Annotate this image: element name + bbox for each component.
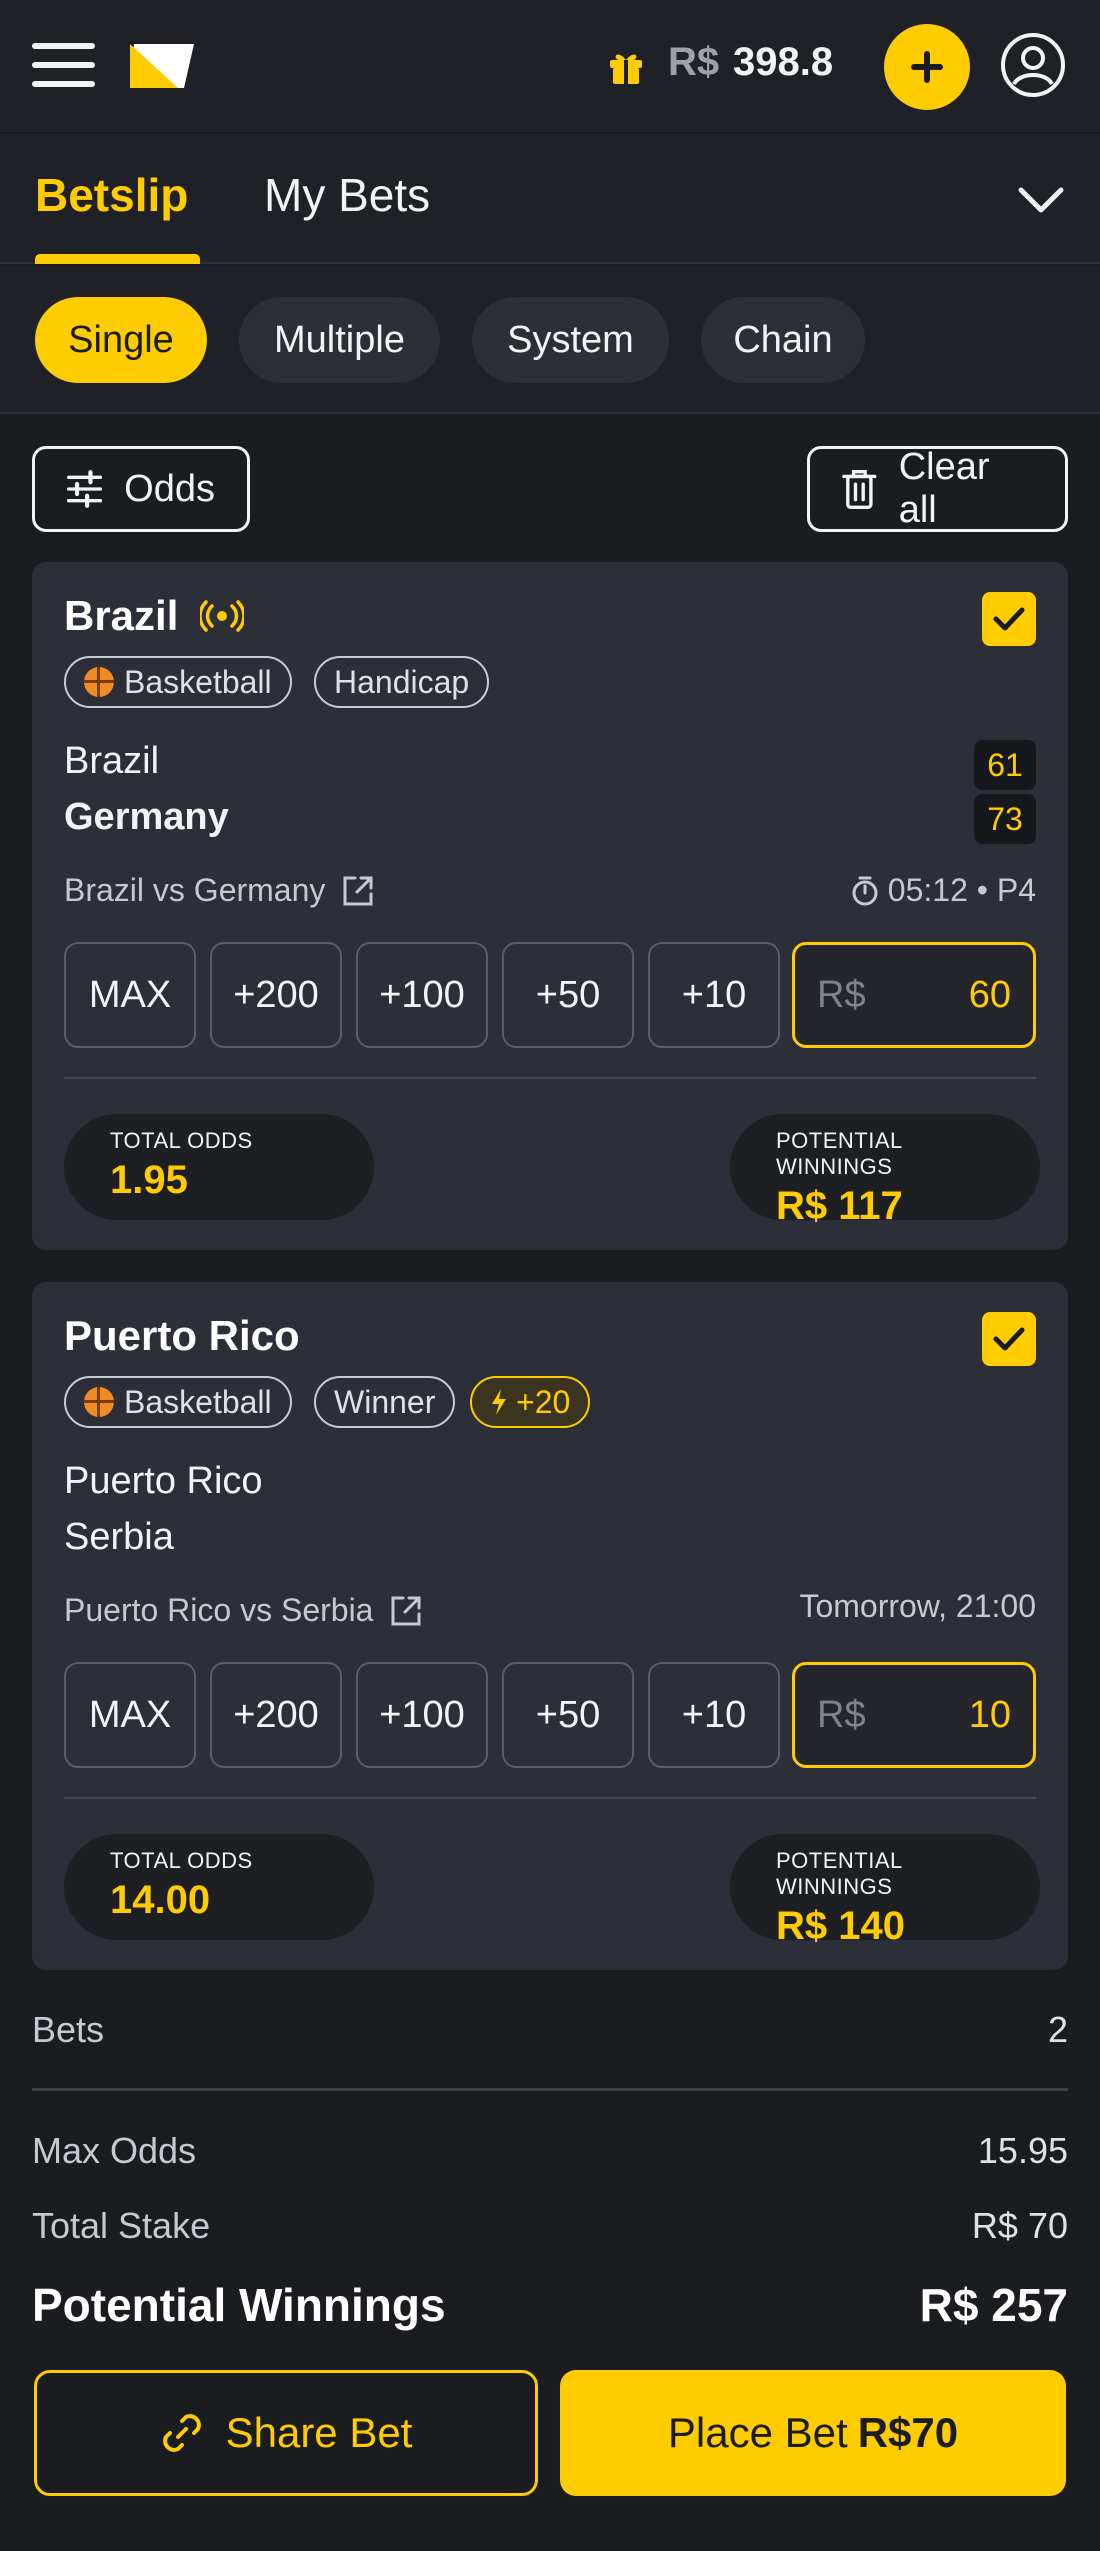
quick-stake-10-button[interactable]: +10 [648, 942, 780, 1048]
live-broadcast-icon [200, 600, 244, 632]
place-bet-label: Place Bet [667, 2409, 848, 2456]
chevron-down-icon[interactable] [1016, 180, 1066, 220]
sliders-icon [67, 470, 103, 508]
bet-card: Brazil Basketball Handicap Brazil 61 Ger… [32, 562, 1068, 1250]
sport-tag: Basketball [64, 1376, 292, 1428]
place-bet-amount: R$70 [857, 2409, 959, 2456]
checkmark-icon [993, 1327, 1025, 1351]
stake-input[interactable]: R$ 60 [792, 942, 1036, 1048]
external-link-icon [391, 1596, 421, 1625]
team-name: Germany [64, 796, 229, 838]
checkmark-icon [993, 607, 1025, 631]
summary-total-stake-row: Total Stake R$ 70 [32, 2205, 1068, 2246]
potential-winnings-value: R$ 117 [776, 1184, 903, 1228]
tab-my-bets[interactable]: My Bets [264, 168, 430, 222]
market-tag: Winner [314, 1376, 456, 1428]
stopwatch-icon [852, 876, 878, 905]
external-link-icon [343, 876, 373, 905]
max-odds-value: 15.95 [977, 2130, 1068, 2171]
card-divider [64, 1077, 1036, 1079]
odds-button-label: Odds [124, 467, 215, 510]
quick-stake-50-button[interactable]: +50 [502, 942, 634, 1048]
bet-type-selector: Single Multiple System Chain [0, 266, 1100, 414]
bet-type-chain[interactable]: Chain [701, 297, 865, 383]
bet-select-checkbox[interactable] [982, 592, 1036, 646]
balance-value: 398.8 [733, 40, 834, 84]
event-time: Tomorrow, 21:00 [799, 1588, 1036, 1624]
summary-bets-row: Bets 2 [32, 2009, 1068, 2050]
quick-stake-50-button[interactable]: +50 [502, 1662, 634, 1768]
total-odds-value: 14.00 [110, 1878, 211, 1922]
bet-type-single[interactable]: Single [35, 297, 207, 383]
plus-icon [911, 51, 943, 83]
gift-icon[interactable] [606, 46, 646, 86]
stake-currency: R$ [817, 973, 866, 1016]
total-odds-pill: TOTAL ODDS 14.00 [64, 1834, 374, 1940]
event-time: 05:12 • P4 [850, 872, 1036, 909]
potential-winnings-value: R$ 140 [776, 1904, 905, 1948]
team-score: 73 [974, 794, 1036, 844]
sport-tag: Basketball [64, 656, 292, 708]
bet-select-checkbox[interactable] [982, 1312, 1036, 1366]
total-stake-value: R$ 70 [971, 2205, 1068, 2246]
team-name: Serbia [64, 1516, 174, 1558]
clear-all-label: Clear all [898, 446, 990, 531]
link-icon [162, 2414, 201, 2452]
share-bet-button[interactable]: Share Bet [34, 2370, 538, 2496]
tab-betslip[interactable]: Betslip [35, 168, 188, 222]
trash-icon [842, 469, 877, 509]
basketball-icon [84, 667, 114, 697]
quick-stake-100-button[interactable]: +100 [356, 1662, 488, 1768]
quick-stake-max-button[interactable]: MAX [64, 1662, 196, 1768]
balance-currency: R$ [668, 40, 720, 84]
basketball-icon [84, 1387, 114, 1417]
summary-max-odds-row: Max Odds 15.95 [32, 2130, 1068, 2171]
bet-type-system[interactable]: System [472, 297, 669, 383]
odds-boost-tag: +20 [470, 1376, 591, 1428]
user-profile-icon[interactable] [1000, 32, 1066, 98]
bet-title: Brazil [64, 592, 179, 639]
deposit-button[interactable] [884, 24, 970, 110]
bet-title: Puerto Rico [64, 1312, 300, 1359]
total-potential-winnings: R$ 257 [919, 2279, 1068, 2331]
market-tag: Handicap [314, 656, 490, 708]
team-name: Puerto Rico [64, 1460, 263, 1502]
betslip-tabs: Betslip My Bets [0, 134, 1100, 264]
total-odds-pill: TOTAL ODDS 1.95 [64, 1114, 374, 1220]
stake-currency: R$ [817, 1693, 866, 1736]
quick-stake-200-button[interactable]: +200 [210, 1662, 342, 1768]
card-divider [64, 1797, 1036, 1799]
team-score: 61 [974, 740, 1036, 790]
active-tab-indicator [35, 254, 200, 264]
event-link[interactable]: Puerto Rico vs Serbia [64, 1592, 423, 1629]
place-bet-button[interactable]: Place Bet R$70 [560, 2370, 1066, 2496]
bets-count: 2 [1047, 2009, 1068, 2050]
quick-stake-max-button[interactable]: MAX [64, 942, 196, 1048]
quick-stake-10-button[interactable]: +10 [648, 1662, 780, 1768]
stake-input[interactable]: R$ 10 [792, 1662, 1036, 1768]
top-bar: R$ 398.8 [0, 0, 1100, 133]
menu-icon[interactable] [32, 43, 95, 87]
summary-divider [32, 2088, 1068, 2091]
bet-type-multiple[interactable]: Multiple [239, 297, 440, 383]
bet-card: Puerto Rico Basketball Winner +20 Puerto… [32, 1282, 1068, 1970]
odds-settings-button[interactable]: Odds [32, 446, 250, 532]
summary-potential-winnings-row: Potential Winnings R$ 257 [32, 2279, 1068, 2331]
quick-stake-100-button[interactable]: +100 [356, 942, 488, 1048]
potential-winnings-pill: POTENTIAL WINNINGS R$ 117 [730, 1114, 1040, 1228]
team-name: Brazil [64, 740, 160, 782]
quick-stake-200-button[interactable]: +200 [210, 942, 342, 1048]
stake-value: 60 [968, 973, 1011, 1016]
share-bet-label: Share Bet [225, 2409, 413, 2456]
lightning-icon [492, 1389, 506, 1415]
event-link[interactable]: Brazil vs Germany [64, 872, 375, 909]
clear-all-button[interactable]: Clear all [807, 446, 1068, 532]
stake-value: 10 [968, 1693, 1011, 1736]
total-odds-value: 1.95 [110, 1158, 188, 1202]
potential-winnings-pill: POTENTIAL WINNINGS R$ 140 [730, 1834, 1040, 1948]
brand-logo-icon[interactable] [128, 42, 196, 90]
